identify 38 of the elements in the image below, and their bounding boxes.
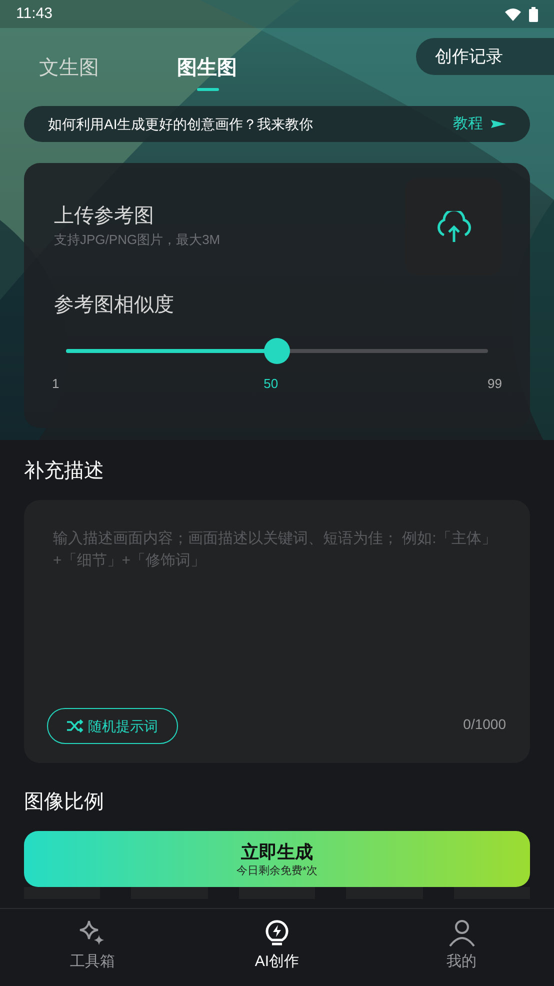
banner-text: 如何利用AI生成更好的创意画作？我来教你: [48, 114, 314, 134]
random-prompt-button[interactable]: 随机提示词: [47, 708, 178, 744]
arrow-icon: [491, 120, 506, 128]
slider-thumb[interactable]: [264, 338, 290, 364]
slider-max: 99: [488, 374, 502, 392]
section-title: 补充描述: [24, 459, 105, 484]
shuffle-icon: [67, 719, 84, 733]
person-icon: [448, 919, 476, 947]
description-placeholder: 输入描述画面内容；画面描述以关键词、短语为佳； 例如:「主体」+「细节」+「修饰词」: [53, 529, 498, 571]
ratio-option[interactable]: [24, 887, 100, 899]
mode-tab[interactable]: 图生图: [138, 41, 276, 93]
ratio-option[interactable]: [346, 887, 423, 899]
battery-icon: [529, 6, 538, 22]
cloud-upload-icon: [434, 210, 472, 242]
history-button[interactable]: 创作记录: [416, 38, 554, 75]
upload-button[interactable]: [405, 178, 502, 275]
description-field[interactable]: 输入描述画面内容；画面描述以关键词、短语为佳； 例如:「主体」+「细节」+「修饰词」 随机提示词 0/1000: [24, 500, 530, 763]
status-time: 11:43: [16, 4, 52, 24]
upload-title: 上传参考图: [54, 204, 154, 229]
wifi-icon: [505, 8, 521, 20]
character-counter: 0/1000: [463, 715, 506, 734]
sparkle-icon: [78, 919, 106, 947]
lightbulb-icon: [264, 919, 290, 947]
nav-tab[interactable]: 我的: [369, 909, 554, 986]
banner[interactable]: 如何利用AI生成更好的创意画作？我来教你 教程: [24, 106, 530, 142]
ratio-option[interactable]: [454, 887, 530, 899]
ratio-option[interactable]: [131, 887, 208, 899]
generate-button[interactable]: 立即生成 今日剩余免费*次: [24, 831, 530, 887]
ratio-option[interactable]: [238, 887, 316, 899]
slider-min: 1: [52, 374, 60, 392]
tutorial-link[interactable]: 教程: [453, 112, 483, 136]
upload-hint: 支持JPG/PNG图片，最大3M: [54, 231, 220, 249]
section-title: 图像比例: [24, 790, 105, 815]
similarity-title: 参考图相似度: [54, 292, 175, 318]
slider-value: 50: [264, 374, 278, 392]
similarity-slider[interactable]: [66, 338, 488, 364]
nav-tab[interactable]: AI创作: [184, 909, 370, 986]
nav-tab[interactable]: 工具箱: [0, 909, 185, 986]
